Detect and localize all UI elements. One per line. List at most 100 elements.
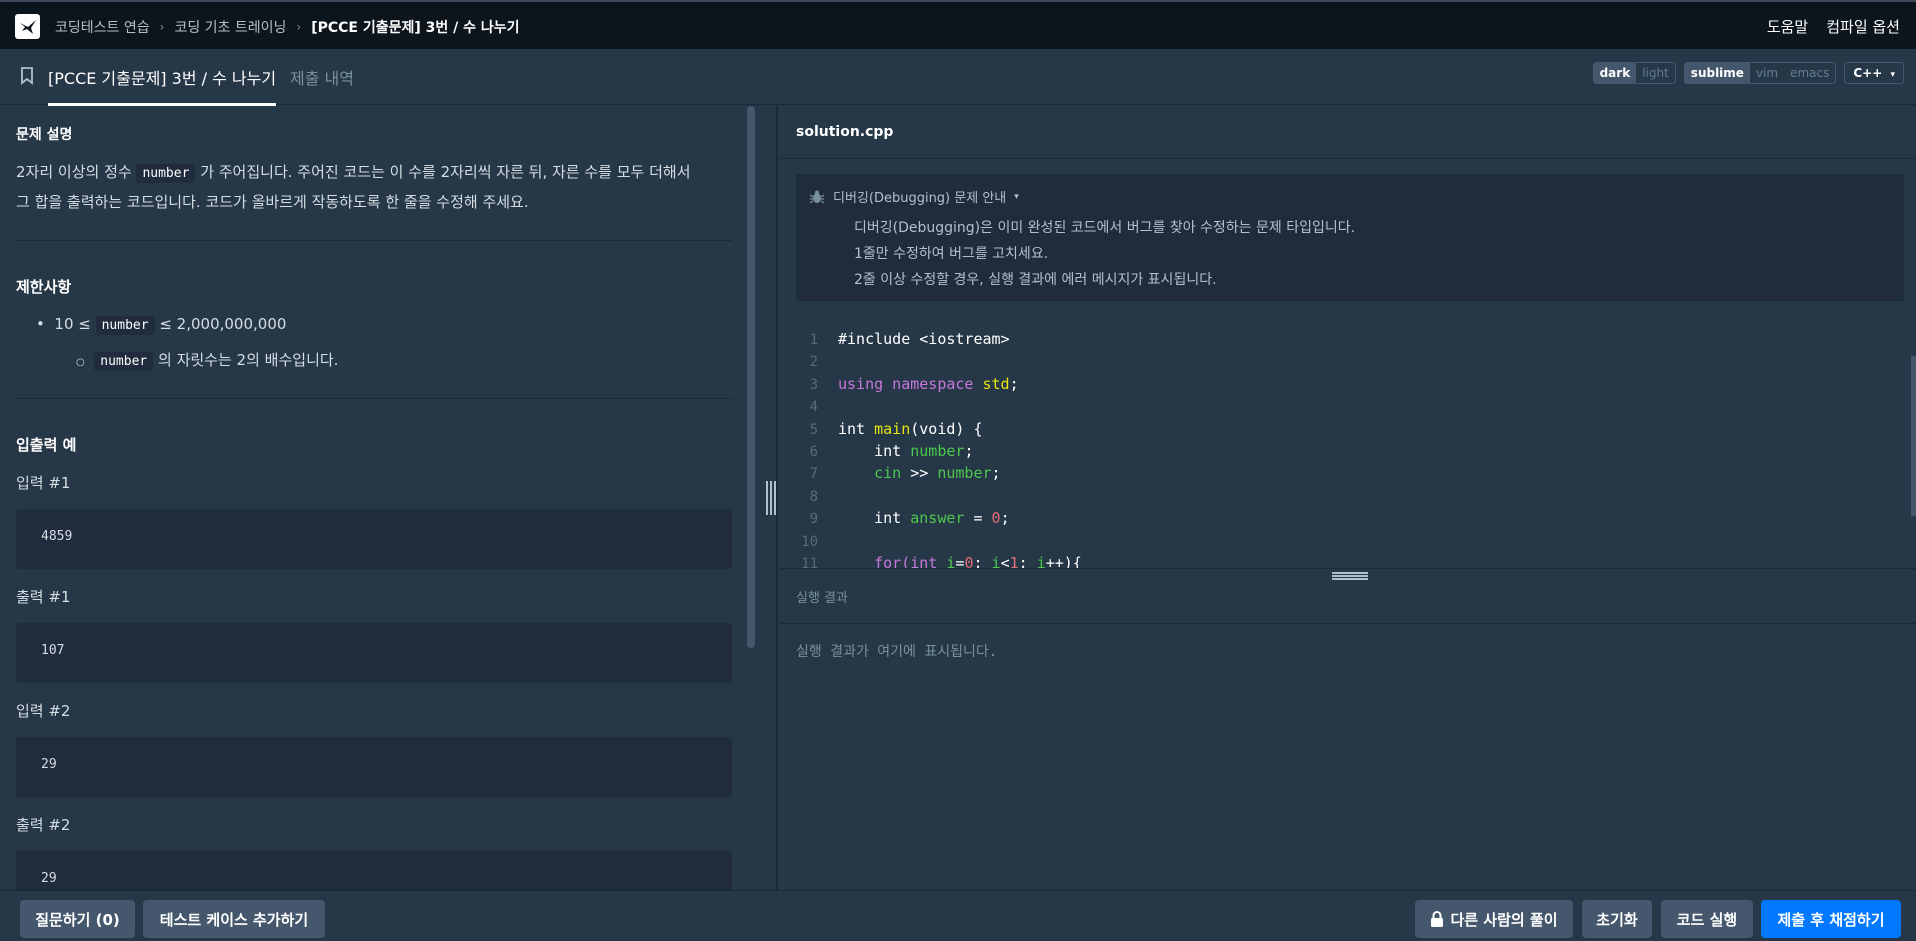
constraint-text: 10 ≤ [54, 315, 96, 333]
problem-pane: 문제 설명 2자리 이상의 정수 number 가 주어집니다. 주어진 코드는… [0, 106, 746, 890]
code-token: main [874, 420, 911, 438]
theme-dark-option[interactable]: dark [1593, 63, 1637, 83]
constraint-subitem: ○ number 의 자릿수는 2의 배수입니다. [76, 346, 338, 377]
description-part: 가 주어집니다. 주어진 코드는 이 수를 2자리씩 자른 뒤, 자른 수를 모… [195, 163, 691, 181]
code-line: 8 [780, 485, 838, 507]
tab-submission-history[interactable]: 제출 내역 [290, 65, 354, 89]
example-value: 29 [41, 757, 57, 772]
programmers-logo[interactable] [15, 14, 40, 39]
example-label: 입력 #2 [16, 702, 71, 720]
divider [780, 568, 1916, 569]
code-token: ; [991, 464, 1001, 482]
example-box: 107 [16, 623, 732, 683]
add-testcase-button[interactable]: 테스트 케이스 추가하기 [143, 900, 325, 938]
chevron-right-icon: › [159, 20, 165, 34]
code-token: i [1036, 554, 1046, 568]
code-token: = [964, 509, 992, 527]
problem-scrollbar[interactable] [747, 106, 755, 648]
resize-grip-icon[interactable] [766, 481, 776, 515]
code-line: 3 using namespace std; [780, 373, 1019, 395]
button-label: 테스트 케이스 추가하기 [159, 910, 309, 929]
code-token: ; [1009, 375, 1019, 393]
debugging-notice-line: 디버깅(Debugging)은 이미 완성된 코드에서 버그를 찾아 수정하는 … [854, 220, 1356, 236]
code-line: 4 [780, 395, 838, 417]
button-label: 다른 사람의 풀이 [1450, 910, 1558, 929]
code-token: for(int [838, 554, 947, 568]
tab-bar: [PCCE 기출문제] 3번 / 수 나누기 제출 내역 dark light … [0, 49, 1916, 106]
debugging-notice-toggle[interactable]: 디버깅(Debugging) 문제 안내 ▾ [809, 187, 1019, 206]
description-line: 그 합을 출력하는 코드입니다. 코드가 올바르게 작동하도록 한 줄을 수정해… [16, 193, 529, 211]
code-line: 6 int number; [780, 440, 974, 462]
code-token: int [838, 509, 911, 527]
run-code-button[interactable]: 코드 실행 [1661, 900, 1753, 938]
line-number: 6 [809, 444, 818, 460]
debugging-notice: 디버깅(Debugging) 문제 안내 ▾ 디버깅(Debugging)은 이… [796, 174, 1904, 301]
theme-light-option[interactable]: light [1636, 63, 1675, 83]
code-token: number [937, 464, 992, 482]
caret-down-icon: ▾ [1890, 70, 1895, 80]
line-number: 8 [809, 489, 818, 505]
lock-icon [1431, 910, 1444, 927]
editor-pane: solution.cpp 디버깅(Debugging) 문제 안내 ▾ 디버깅(… [780, 106, 1916, 890]
code-token: int [838, 420, 875, 438]
circle-bullet-icon: ○ [76, 357, 85, 368]
button-label: 코드 실행 [1676, 910, 1738, 929]
ask-question-button[interactable]: 질문하기 (0) [20, 900, 135, 938]
io-examples-title: 입출력 예 [16, 436, 77, 454]
code-line: 11 for(int i=0; i<1; i++){ [780, 552, 1082, 568]
divider [780, 158, 1916, 159]
result-output: 실행 결과가 여기에 표시됩니다. [796, 644, 998, 660]
code-token: ; [964, 442, 974, 460]
code-line: 5 int main(void) { [780, 418, 983, 440]
debugging-notice-title: 디버깅(Debugging) 문제 안내 [833, 191, 1007, 206]
caret-down-icon: ▾ [1014, 191, 1019, 202]
code-token: ; [1000, 509, 1010, 527]
code-token: 0 [991, 509, 1001, 527]
example-label: 출력 #2 [16, 816, 71, 834]
submit-button[interactable]: 제출 후 채점하기 [1761, 900, 1901, 938]
help-link[interactable]: 도움말 [1767, 16, 1808, 37]
line-number: 2 [809, 354, 818, 370]
others-solution-button[interactable]: 다른 사람의 풀이 [1415, 900, 1573, 938]
line-number: 5 [809, 422, 818, 438]
example-value: 107 [41, 643, 65, 658]
code-token: >> [901, 464, 938, 482]
tab-problem[interactable]: [PCCE 기출문제] 3번 / 수 나누기 [48, 65, 277, 106]
button-label: 제출 후 채점하기 [1777, 910, 1885, 929]
divider [16, 240, 732, 241]
example-label: 출력 #1 [16, 588, 71, 606]
language-select[interactable]: C++ ▾ [1844, 62, 1904, 84]
code-token: int [838, 442, 911, 460]
constraint-item: • 10 ≤ number ≤ 2,000,000,000 [36, 310, 286, 340]
keymap-vim-option[interactable]: vim [1750, 63, 1784, 83]
debugging-notice-line: 2줄 이상 수정할 경우, 실행 결과에 에러 메시지가 표시됩니다. [854, 272, 1217, 288]
constraints-title: 제한사항 [16, 278, 72, 296]
code-editor[interactable]: 1 #include <iostream> 2 3 using namespace … [780, 318, 1916, 568]
code-token: ; [973, 554, 992, 568]
code-line: 7 cin >> number; [780, 462, 1001, 484]
keymap-toggle: sublime vim emacs [1683, 62, 1837, 84]
code-token: i [991, 554, 1001, 568]
compile-options-link[interactable]: 컴파일 옵션 [1826, 16, 1900, 37]
breadcrumb-coding-test[interactable]: 코딩테스트 연습 [55, 17, 150, 37]
code-token: cin [838, 464, 902, 482]
code-token: answer [910, 509, 965, 527]
line-number: 11 [801, 556, 818, 568]
file-name: solution.cpp [796, 124, 894, 140]
keymap-sublime-option[interactable]: sublime [1684, 63, 1750, 83]
code-token: (void) { [910, 420, 983, 438]
theme-toggle: dark light [1592, 62, 1676, 84]
bookmark-icon[interactable] [20, 67, 34, 85]
top-navigation: 코딩테스트 연습 › 코딩 기초 트레이닝 › [PCCE 기출문제] 3번 /… [0, 0, 1916, 49]
breadcrumb: 코딩테스트 연습 › 코딩 기초 트레이닝 › [PCCE 기출문제] 3번 /… [55, 17, 520, 37]
editor-scrollbar[interactable] [1911, 356, 1916, 516]
divider [780, 623, 1916, 624]
breadcrumb-basic-training[interactable]: 코딩 기초 트레이닝 [174, 17, 286, 37]
keymap-emacs-option[interactable]: emacs [1784, 63, 1835, 83]
breadcrumb-current: [PCCE 기출문제] 3번 / 수 나누기 [311, 20, 520, 36]
line-number: 3 [809, 377, 818, 393]
divider [16, 398, 732, 399]
example-box: 29 [16, 851, 732, 890]
reset-button[interactable]: 초기화 [1582, 900, 1652, 938]
horizontal-resize-grip-icon[interactable] [1332, 572, 1368, 580]
